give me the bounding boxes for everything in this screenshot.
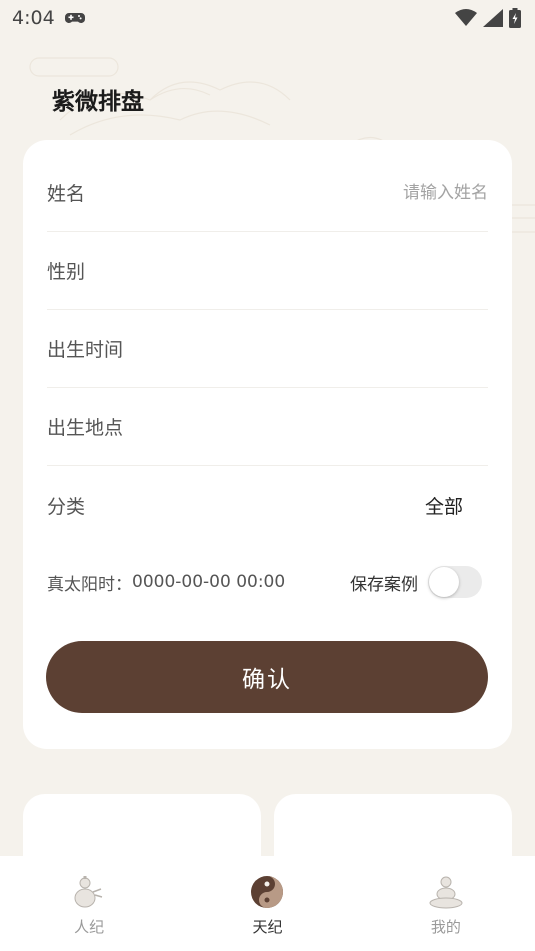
solar-time-label: 真太阳时：: [47, 574, 132, 595]
birth-place-row[interactable]: 出生地点: [47, 388, 488, 466]
gender-label: 性别: [47, 261, 86, 283]
confirm-button[interactable]: 确认: [46, 641, 488, 713]
toggle-knob: [429, 567, 459, 597]
status-time: 4:04: [12, 7, 55, 29]
tab-mine[interactable]: 我的: [357, 856, 535, 951]
tab-renji[interactable]: 人纪: [0, 856, 178, 951]
birth-place-label: 出生地点: [47, 417, 124, 439]
yin-yang-icon: [251, 876, 284, 908]
name-row[interactable]: 姓名: [47, 154, 488, 232]
tab-tianji[interactable]: 天纪: [178, 856, 356, 951]
gender-row[interactable]: 性别: [47, 232, 488, 310]
name-label: 姓名: [47, 183, 86, 205]
solar-time-row: 真太阳时： 0000-00-00 00:00 保存案例: [47, 564, 488, 600]
birth-time-label: 出生时间: [47, 339, 124, 361]
buddha-icon: [429, 876, 463, 909]
chart-form-card: 姓名 性别 出生时间 出生地点 分类 全部 真太阳时： 0000-00-00 0…: [23, 140, 512, 749]
tab-tianji-label: 天纪: [252, 918, 283, 936]
save-case-toggle[interactable]: [428, 566, 482, 598]
status-bar: 4:04: [0, 0, 535, 36]
category-row[interactable]: 分类 全部: [47, 466, 488, 544]
page-title: 紫微排盘: [52, 89, 144, 115]
save-case-label: 保存案例: [350, 574, 418, 595]
gamepad-icon: [64, 13, 85, 23]
category-label: 分类: [47, 495, 86, 518]
name-input[interactable]: [268, 182, 488, 203]
battery-icon: [509, 8, 521, 28]
bottom-tab-bar: 人纪 天纪 我的: [0, 856, 535, 951]
tab-renji-label: 人纪: [74, 918, 105, 936]
wifi-icon: [455, 9, 477, 26]
category-value[interactable]: 全部: [425, 492, 463, 519]
signal-icon: [483, 9, 503, 27]
tab-mine-label: 我的: [430, 918, 461, 936]
gourd-icon: [74, 876, 103, 908]
birth-time-row[interactable]: 出生时间: [47, 310, 488, 388]
solar-time-value: 0000-00-00 00:00: [132, 572, 286, 592]
